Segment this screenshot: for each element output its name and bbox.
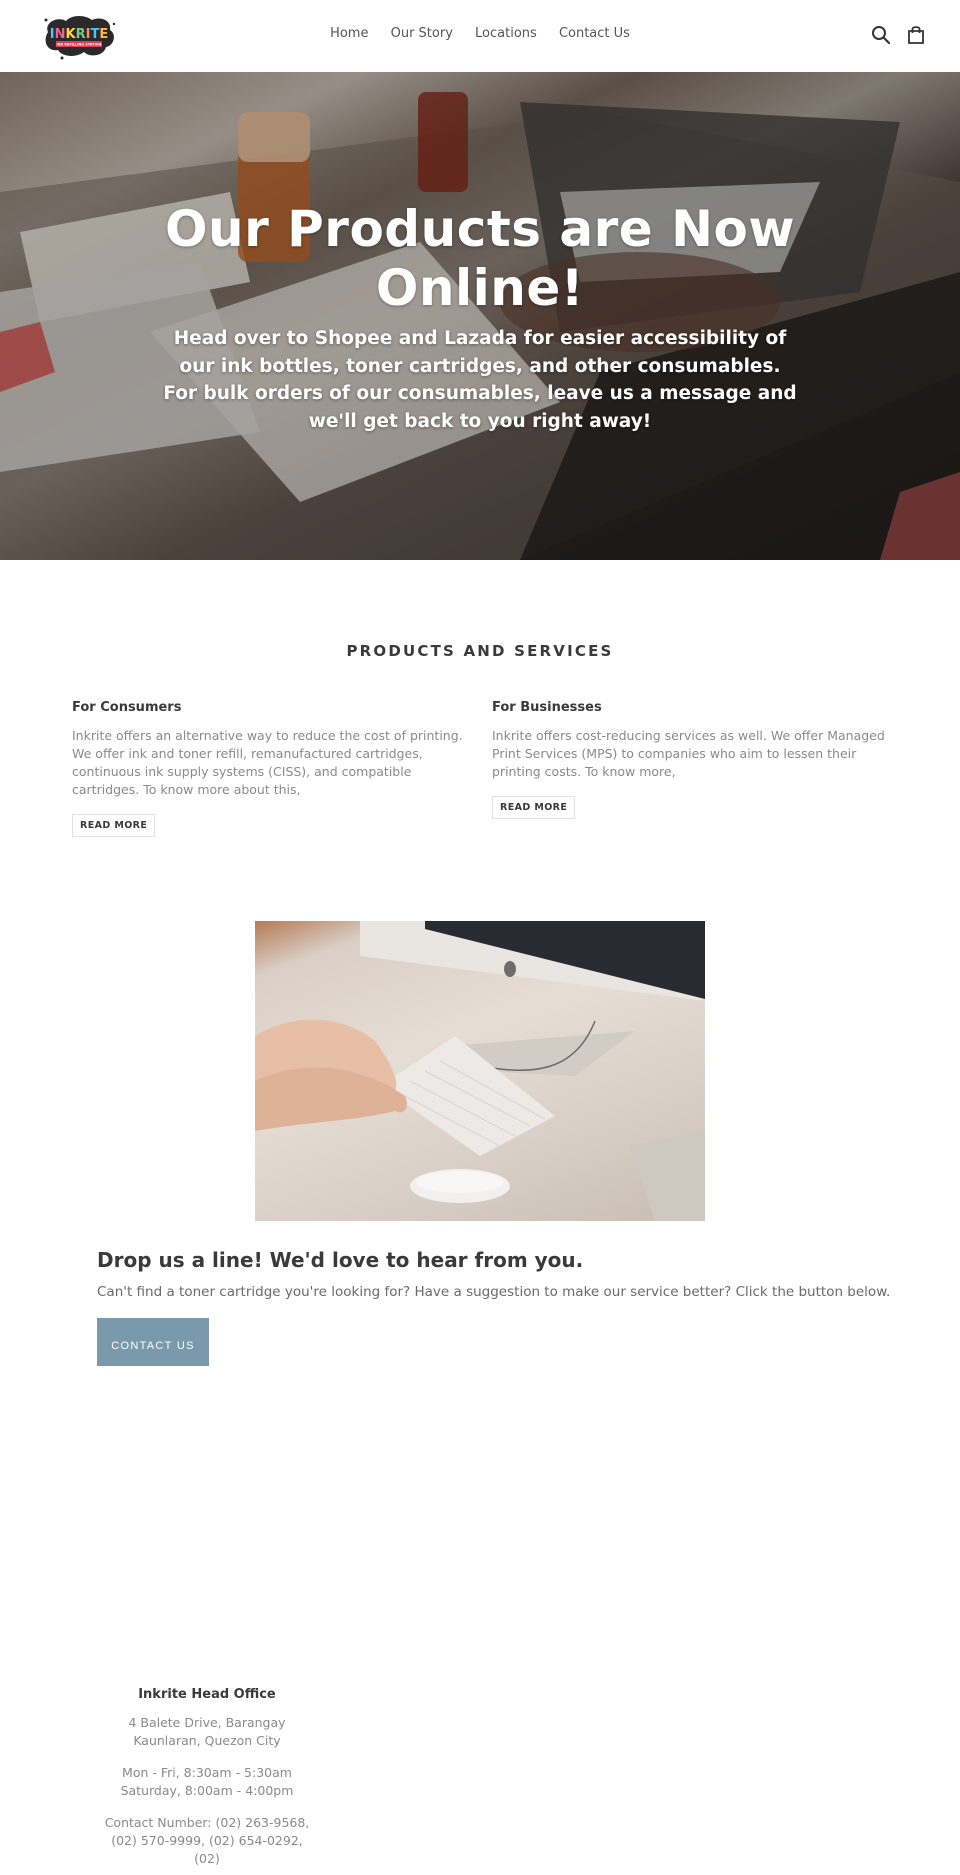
hero-banner: Our Products are Now Online! Head over t… [0, 72, 960, 560]
contact-title: Drop us a line! We'd love to hear from y… [97, 1248, 584, 1272]
search-icon [872, 26, 891, 45]
businesses-heading: For Businesses [492, 700, 602, 715]
contact-text: Can't find a toner cartridge you're look… [97, 1284, 891, 1300]
businesses-read-more-button[interactable]: READ MORE [492, 796, 576, 819]
hours-weekday: Mon - Fri, 8:30am - 5:30am [122, 1765, 292, 1780]
consumers-read-more-button[interactable]: READ MORE [72, 814, 156, 837]
office-title: Inkrite Head Office [138, 1687, 276, 1702]
contact-us-button[interactable]: CONTACT US [97, 1318, 209, 1366]
nav-home[interactable]: Home [330, 26, 368, 41]
consumers-heading: For Consumers [72, 700, 182, 715]
site-header: INKRITE INK REFILLING STATION Home Our S… [0, 0, 960, 72]
contact-numbers: Contact Number: (02) 263-9568, (02) 570-… [104, 1815, 310, 1866]
apple-logo-icon [504, 961, 516, 977]
main-nav: Home Our Story Locations Contact Us [0, 26, 960, 41]
hero-subtitle: Head over to Shopee and Lazada for easie… [163, 328, 797, 432]
consumers-text: Inkrite offers an alternative way to red… [72, 728, 463, 797]
nav-locations[interactable]: Locations [475, 26, 537, 41]
office-address: 4 Balete Drive, Barangay Kaunlaran, Quez… [128, 1715, 286, 1748]
nav-our-story[interactable]: Our Story [391, 26, 453, 41]
head-office-block: Inkrite Head Office 4 Balete Drive, Bara… [97, 1687, 317, 1875]
hours-saturday: Saturday, 8:00am - 4:00pm [120, 1783, 294, 1798]
svg-text:INK REFILLING STATION: INK REFILLING STATION [57, 43, 102, 47]
cart-button[interactable] [905, 24, 927, 46]
hero-title: Our Products are Now Online! [164, 200, 796, 317]
businesses-column: For Businesses Inkrite offers cost-reduc… [492, 700, 892, 819]
nav-contact-us[interactable]: Contact Us [559, 26, 630, 41]
office-hours: Mon - Fri, 8:30am - 5:30am Saturday, 8:0… [97, 1764, 317, 1800]
businesses-text: Inkrite offers cost-reducing services as… [492, 728, 885, 779]
desk-keyboard-image [255, 921, 705, 1221]
products-section-title: PRODUCTS AND SERVICES [346, 642, 614, 660]
shopping-bag-icon [908, 26, 924, 44]
consumers-column: For Consumers Inkrite offers an alternat… [72, 700, 472, 837]
search-button[interactable] [870, 24, 892, 46]
feature-image [255, 921, 705, 1221]
